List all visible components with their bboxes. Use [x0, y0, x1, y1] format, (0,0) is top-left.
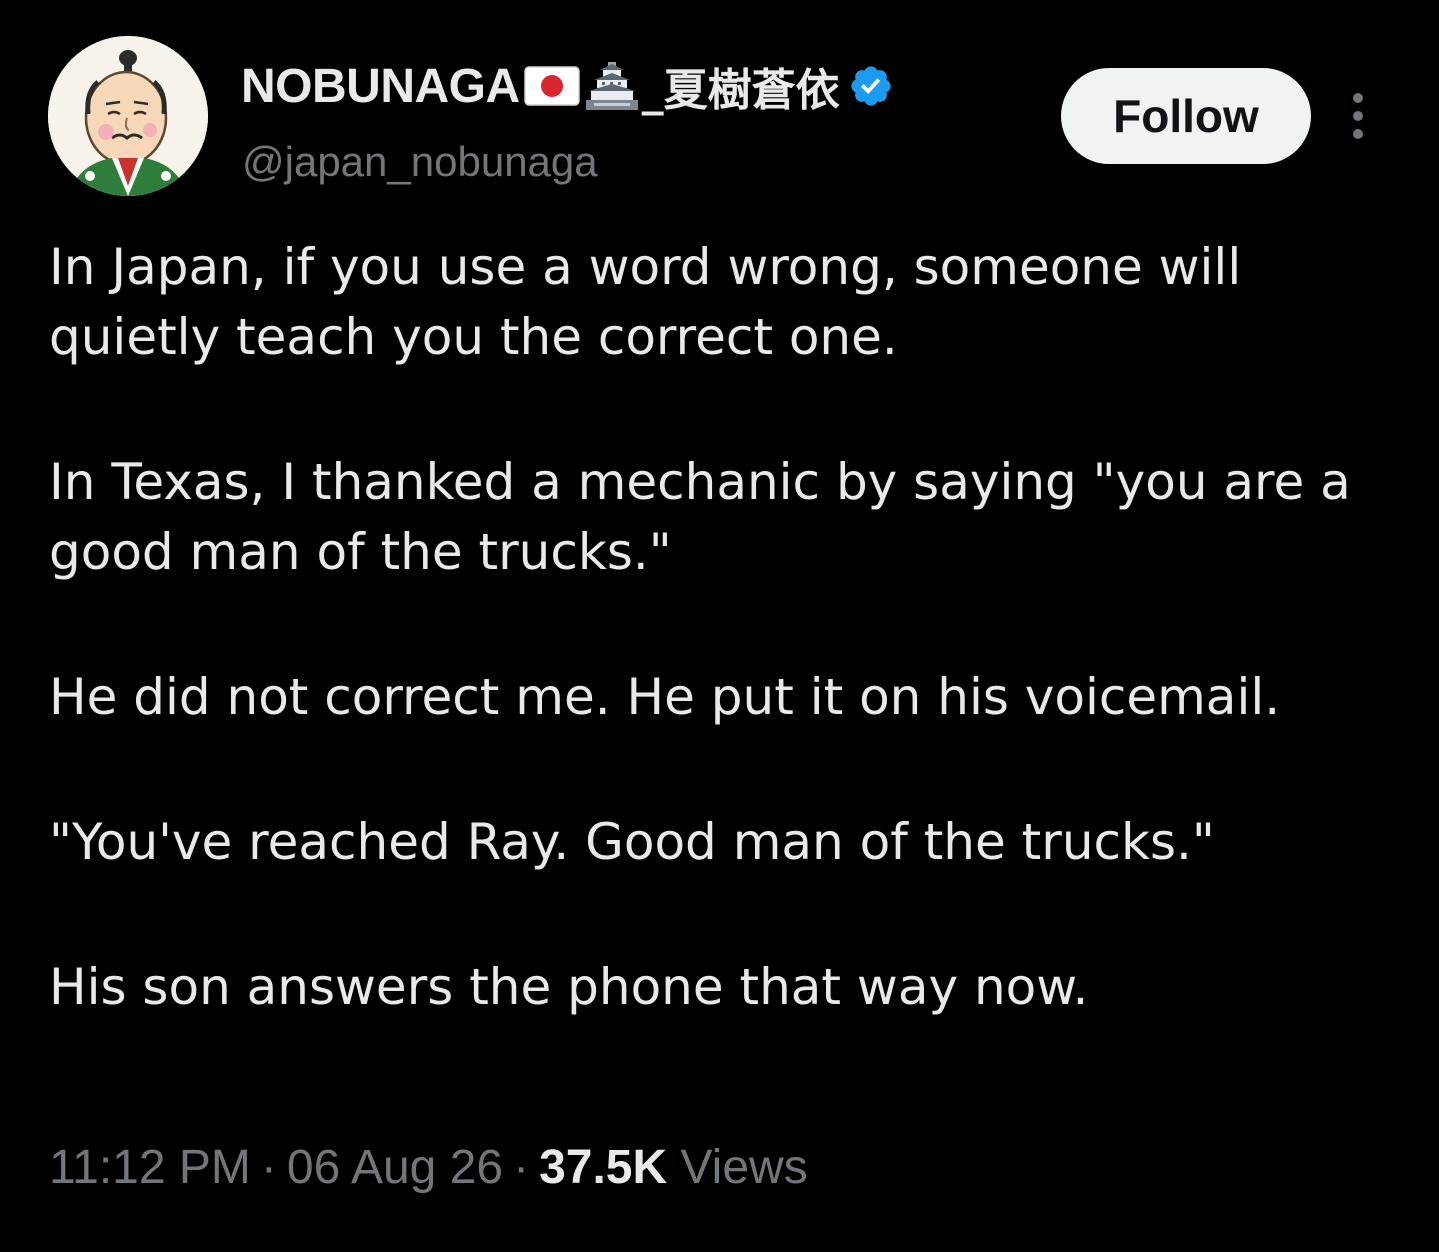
author-handle[interactable]: @japan_nobunaga — [242, 138, 598, 186]
tweet-time[interactable]: 11:12 PM — [49, 1141, 251, 1194]
follow-button[interactable]: Follow — [1061, 68, 1311, 164]
tweet-paragraph: "You've reached Ray. Good man of the tru… — [49, 813, 1215, 871]
more-vertical-icon[interactable] — [1340, 90, 1376, 142]
display-name-suffix[interactable]: _夏樹蒼依 — [642, 54, 840, 118]
tweet-paragraph: In Japan, if you use a word wrong, someo… — [49, 238, 1242, 366]
nobunaga-avatar-illustration — [48, 36, 208, 196]
castle-icon — [584, 60, 640, 112]
tweet-meta: 11:12 PM · 06 Aug 26 · 37.5K Views — [49, 1140, 808, 1195]
display-name[interactable]: NOBUNAGA — [241, 59, 520, 114]
japan-flag-icon — [523, 66, 580, 106]
tweet-paragraph: He did not correct me. He put it on his … — [49, 668, 1281, 726]
views-count[interactable]: 37.5K — [539, 1141, 667, 1194]
author-name-row[interactable]: NOBUNAGA _夏樹蒼依 — [241, 56, 894, 116]
tweet-paragraph: His son answers the phone that way now. — [49, 958, 1089, 1016]
tweet-paragraph: In Texas, I thanked a mechanic by saying… — [49, 453, 1351, 581]
verified-badge-icon[interactable] — [848, 63, 894, 109]
tweet-text: In Japan, if you use a word wrong, someo… — [49, 232, 1399, 1022]
views-label: Views — [680, 1141, 808, 1194]
separator-dot: · — [513, 1141, 530, 1194]
separator-dot: · — [260, 1141, 277, 1194]
avatar[interactable] — [48, 36, 208, 196]
tweet-date[interactable]: 06 Aug 26 — [287, 1141, 503, 1194]
tweet-card: NOBUNAGA _夏樹蒼依 @japan_nobunaga Follow In… — [0, 0, 1439, 1252]
